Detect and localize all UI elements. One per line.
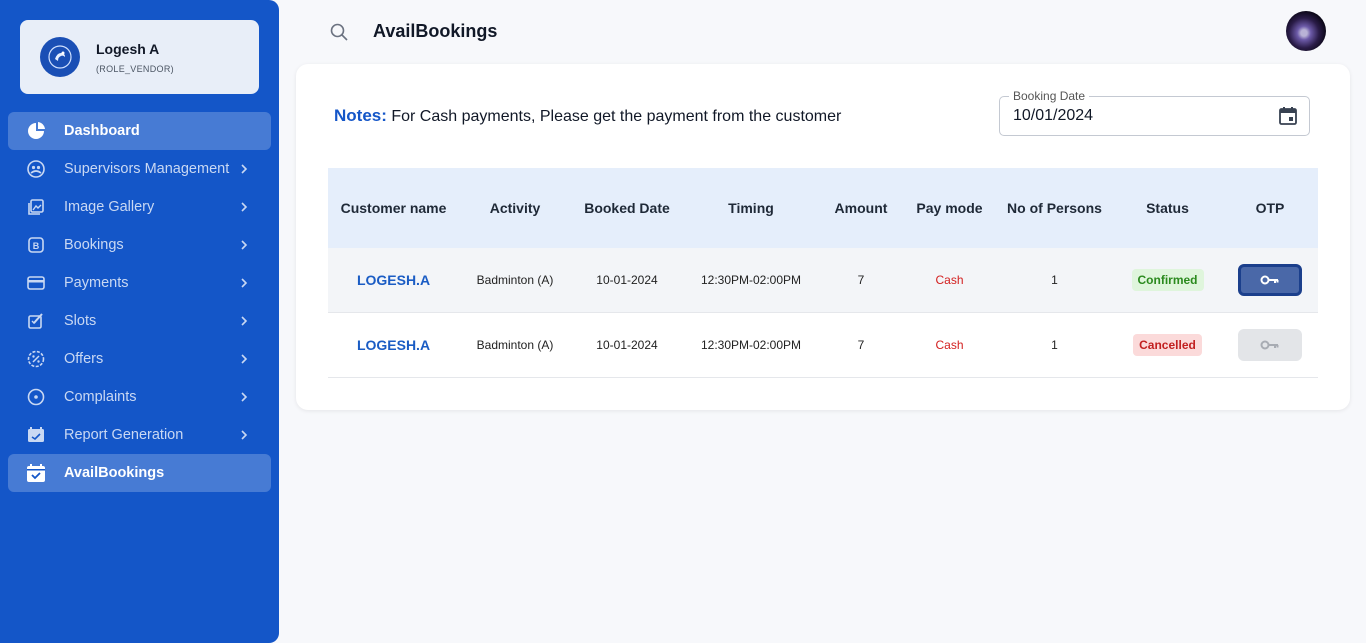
slots-icon <box>26 311 46 331</box>
key-icon <box>1260 275 1279 285</box>
sidebar-item-label: Complaints <box>64 389 137 405</box>
pie-chart-icon <box>26 121 46 141</box>
paymode-cell: Cash <box>935 273 964 287</box>
sidebar-item-label: Slots <box>64 313 97 329</box>
sidebar-item-label: Payments <box>64 275 129 291</box>
sidebar-item-label: AvailBookings <box>64 465 165 481</box>
booking-date-field[interactable]: Booking Date 10/01/2024 <box>999 89 1310 136</box>
status-badge: Confirmed <box>1131 269 1204 291</box>
offers-icon <box>26 349 46 369</box>
profile-card[interactable]: Logesh A (ROLE_VENDOR) <box>20 20 259 94</box>
profile-role: (ROLE_VENDOR) <box>96 63 174 74</box>
bookings-icon: B <box>26 235 46 255</box>
column-header: Pay mode <box>916 200 983 216</box>
notes-label: Notes: <box>334 106 387 125</box>
chevron-right-icon <box>241 316 248 326</box>
report-icon <box>26 425 46 445</box>
sidebar-item-complaints[interactable]: Complaints <box>8 378 271 416</box>
search-icon[interactable] <box>329 22 349 42</box>
sidebar-item-dashboard[interactable]: Dashboard <box>8 112 271 150</box>
booking-date-value[interactable]: 10/01/2024 <box>1013 107 1093 125</box>
top-header: AvailBookings <box>279 0 1366 62</box>
sidebar-item-bookings[interactable]: B Bookings <box>8 226 271 264</box>
page-title: AvailBookings <box>373 21 498 41</box>
booked-date-cell: 10-01-2024 <box>596 338 658 352</box>
sidebar-item-label: Offers <box>64 351 104 367</box>
persons-cell: 1 <box>1051 338 1058 352</box>
supervisor-icon <box>26 159 46 179</box>
svg-text:B: B <box>33 241 40 251</box>
timing-cell: 12:30PM-02:00PM <box>700 273 802 287</box>
bookings-card: Notes: For Cash payments, Please get the… <box>296 64 1350 410</box>
profile-name: Logesh A <box>96 40 160 57</box>
sidebar-item-report-generation[interactable]: Report Generation <box>8 416 271 454</box>
sidebar-item-label: Dashboard <box>64 123 140 139</box>
complaints-icon <box>26 387 46 407</box>
booked-date-cell: 10-01-2024 <box>596 273 658 287</box>
chevron-right-icon <box>241 240 248 250</box>
sidebar-nav: Dashboard Supervisors Management Image G… <box>8 112 271 492</box>
column-header: No of Persons <box>1007 200 1102 216</box>
sidebar: Logesh A (ROLE_VENDOR) Dashboard Supervi… <box>0 0 279 643</box>
amount-cell: 7 <box>857 273 865 287</box>
column-header: Customer name <box>340 200 447 216</box>
image-gallery-icon <box>26 197 46 217</box>
table-header: Customer name Activity Booked Date Timin… <box>328 168 1318 248</box>
notes-text: Notes: For Cash payments, Please get the… <box>334 106 841 126</box>
status-badge: Cancelled <box>1133 334 1202 356</box>
chevron-right-icon <box>241 202 248 212</box>
sidebar-item-supervisors-management[interactable]: Supervisors Management <box>8 150 271 188</box>
column-header: Booked Date <box>584 200 670 216</box>
calendar-icon[interactable] <box>1277 105 1299 127</box>
amount-cell: 7 <box>857 338 865 352</box>
table-row: LOGESH.A Badminton (A) 10-01-2024 12:30P… <box>328 248 1318 313</box>
timing-cell: 12:30PM-02:00PM <box>700 338 802 352</box>
sidebar-item-label: Image Gallery <box>64 199 155 215</box>
sidebar-item-availbookings[interactable]: AvailBookings <box>8 454 271 492</box>
vendor-logo-icon <box>40 37 80 77</box>
column-header: Amount <box>834 200 888 216</box>
persons-cell: 1 <box>1051 273 1058 287</box>
chevron-right-icon <box>241 278 248 288</box>
chevron-right-icon <box>241 354 248 364</box>
customer-name-link[interactable]: LOGESH.A <box>357 272 430 288</box>
sidebar-item-slots[interactable]: Slots <box>8 302 271 340</box>
credit-card-icon <box>26 273 46 293</box>
otp-button[interactable] <box>1238 264 1302 296</box>
otp-button-disabled[interactable] <box>1238 329 1302 361</box>
table-row: LOGESH.A Badminton (A) 10-01-2024 12:30P… <box>328 313 1318 378</box>
bookings-table: Customer name Activity Booked Date Timin… <box>328 168 1318 378</box>
sidebar-item-label: Bookings <box>64 237 124 253</box>
activity-cell: Badminton (A) <box>476 273 554 287</box>
activity-cell: Badminton (A) <box>476 338 554 352</box>
booking-date-label: Booking Date <box>1009 89 1090 103</box>
sidebar-item-label: Supervisors Management <box>64 161 230 177</box>
chevron-right-icon <box>241 392 248 402</box>
calendar-check-icon <box>26 463 46 483</box>
notes-message: For Cash payments, Please get the paymen… <box>386 108 842 125</box>
column-header: Timing <box>728 200 774 216</box>
sidebar-item-payments[interactable]: Payments <box>8 264 271 302</box>
paymode-cell: Cash <box>935 338 964 352</box>
column-header: OTP <box>1255 200 1285 216</box>
customer-name-link[interactable]: LOGESH.A <box>357 337 430 353</box>
column-header: Activity <box>489 200 541 216</box>
avatar[interactable] <box>1286 11 1326 51</box>
chevron-right-icon <box>241 164 248 174</box>
column-header: Status <box>1146 200 1189 216</box>
sidebar-item-image-gallery[interactable]: Image Gallery <box>8 188 271 226</box>
key-icon <box>1260 340 1279 350</box>
sidebar-item-offers[interactable]: Offers <box>8 340 271 378</box>
chevron-right-icon <box>241 430 248 440</box>
sidebar-item-label: Report Generation <box>64 427 184 443</box>
